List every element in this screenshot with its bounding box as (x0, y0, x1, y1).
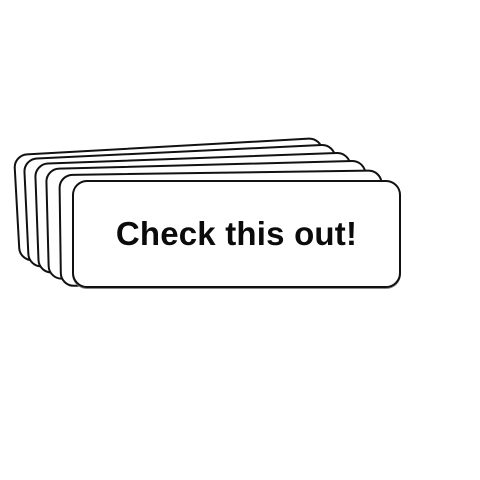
sticker-headline: Check this out! (115, 215, 358, 252)
sticker-stack-canvas: Check this out! (0, 0, 480, 480)
front-sticker: Check this out! (72, 180, 401, 288)
